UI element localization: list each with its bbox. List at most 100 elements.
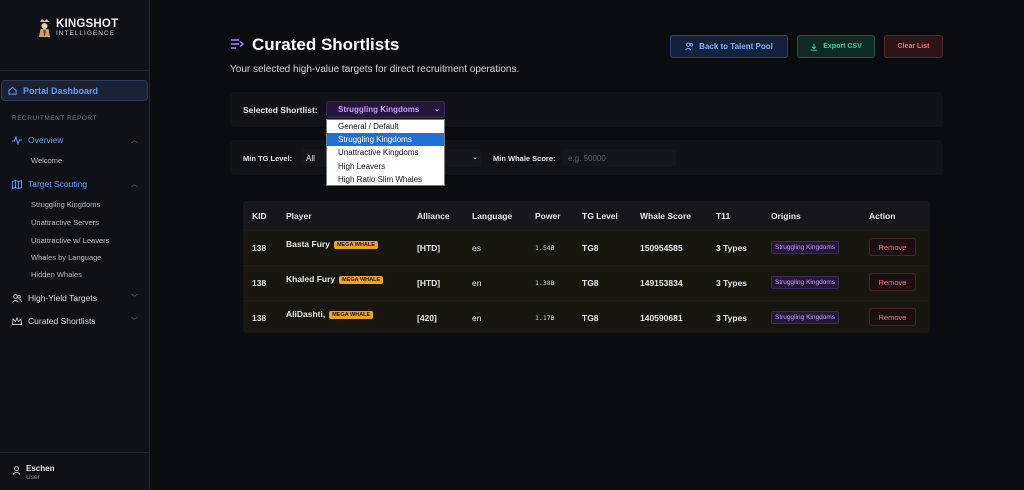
shortlist-dropdown-menu: General / Default Struggling Kingdoms Un… [326,119,445,186]
chevron-down-icon: ﹀ [131,318,138,325]
chevron-up-icon: ︿ [131,137,138,144]
sidebar-subitem-welcome[interactable]: Welcome [31,156,62,165]
chevron-down-icon: ⌄ [434,106,440,113]
cell-whale-score: 150954585 [640,243,683,253]
page-title: Curated Shortlists [252,35,400,54]
sidebar-item-label: Overview [28,135,64,145]
mega-whale-badge: MEGA WHALE [329,311,374,319]
sidebar-item-high-yield[interactable]: High-Yield Targets ﹀ [12,291,138,305]
sidebar-subitem-hidden-whales[interactable]: Hidden Whales [31,270,82,279]
column-header-power: Power [535,211,561,221]
cell-tg-level: TG8 [582,278,599,288]
sidebar-item-label: Target Scouting [28,179,88,189]
player-name: AliDashti, [286,309,326,319]
export-csv-button[interactable]: Export CSV [797,35,875,58]
min-tg-value: All [306,153,315,163]
sidebar: KINGSHOT INTELLIGENCE Portal Dashboard R… [0,0,150,490]
list-plus-icon [231,39,244,49]
cell-alliance: [HTD] [417,278,441,288]
sidebar-item-label: High-Yield Targets [28,293,97,303]
min-tg-label: Min TG Level: [243,154,293,163]
user-profile[interactable]: Eschen User [0,452,149,490]
table-row: 138 Khaled Fury MEGA WHALE [HTD] en 1.38B… [243,265,930,299]
remove-button[interactable]: Remove [869,273,916,291]
dropdown-option-general[interactable]: General / Default [327,120,444,133]
cell-language: en [472,313,482,323]
brand-logo[interactable]: KINGSHOT INTELLIGENCE [38,18,118,38]
sidebar-item-overview[interactable]: Overview ︿ [12,133,138,147]
player-name: Khaled Fury [286,274,336,284]
sidebar-item-curated-shortlists[interactable]: Curated Shortlists ﹀ [12,314,138,328]
dropdown-option-unattractive-kingdoms[interactable]: Unattractive Kingdoms [327,146,444,159]
origin-badge: Struggling Kingdoms [771,311,839,324]
table-header: KID Player Alliance Language Power TG Le… [243,201,930,230]
download-icon [811,43,818,51]
cell-kid: 138 [252,278,267,288]
min-whale-score-input[interactable] [563,149,676,167]
chevron-down-icon: ﹀ [131,295,138,302]
portal-dashboard-label: Portal Dashboard [23,85,99,96]
dropdown-option-high-ratio-slim-whales[interactable]: High Ratio Slim Whales [327,173,444,186]
section-label: RECRUITMENT REPORT [12,115,97,122]
cell-t11: 3 Types [716,278,748,288]
cell-player: AliDashti, MEGA WHALE [286,309,374,319]
dropdown-option-struggling-kingdoms[interactable]: Struggling Kingdoms [327,133,444,147]
portal-dashboard-link[interactable]: Portal Dashboard [1,80,148,101]
sidebar-item-target-scouting[interactable]: Target Scouting ︿ [12,177,138,191]
player-name: Basta Fury [286,239,330,249]
cell-power: 1.38B [535,279,555,287]
cell-t11: 3 Types [716,243,748,253]
cell-player: Khaled Fury MEGA WHALE [286,274,384,284]
column-header-whale-score: Whale Score [640,211,692,221]
column-header-tg-level: TG Level [582,211,618,221]
min-whale-label: Min Whale Score: [493,154,556,163]
home-icon [8,86,17,95]
cell-power: 1.54B [535,244,555,252]
column-header-language: Language [472,211,513,221]
column-header-action: Action [869,211,896,221]
cell-language: en [472,278,482,288]
sidebar-subitem-whales-by-language[interactable]: Whales by Language [31,253,101,262]
sidebar-subitem-unattractive-leavers[interactable]: Unattractive w/ Leavers [31,236,109,245]
cell-alliance: [420] [417,313,437,323]
column-header-origins: Origins [771,211,801,221]
user-role: User [26,474,40,481]
shortlist-selected-value: Struggling Kingdoms [338,105,420,114]
sidebar-subitem-unattractive-servers[interactable]: Unattractive Servers [31,218,99,227]
sidebar-divider [0,70,149,71]
origin-badge: Struggling Kingdoms [771,241,839,254]
cell-power: 1.17B [535,314,555,322]
brand-subtitle: INTELLIGENCE [56,30,115,37]
cell-language: es [472,243,481,253]
mega-whale-badge: MEGA WHALE [333,241,378,249]
cell-t11: 3 Types [716,313,748,323]
clear-button-label: Clear List [897,43,930,50]
users-icon [685,42,694,51]
column-header-t11: T11 [716,211,731,221]
chevron-down-icon: ⌄ [472,154,478,161]
back-to-talent-pool-button[interactable]: Back to Talent Pool [670,35,788,58]
page-subtitle: Your selected high-value targets for dir… [230,64,520,75]
remove-button[interactable]: Remove [869,308,916,326]
cell-kid: 138 [252,313,267,323]
cell-tg-level: TG8 [582,313,599,323]
sidebar-item-label: Curated Shortlists [28,316,96,326]
sidebar-subitem-struggling-kingdoms[interactable]: Struggling Kingdoms [31,200,100,209]
crown-icon [12,316,22,325]
clear-list-button[interactable]: Clear List [884,35,943,58]
dropdown-option-high-leavers[interactable]: High Leavers [327,160,444,173]
users-icon [12,293,22,303]
column-header-player: Player [286,211,312,221]
remove-button[interactable]: Remove [869,238,916,256]
shortlist-select[interactable]: Struggling Kingdoms ⌄ [326,101,445,118]
table-row: 138 Basta Fury MEGA WHALE [HTD] es 1.54B … [243,230,930,264]
activity-icon [12,135,22,145]
cell-tg-level: TG8 [582,243,599,253]
mega-whale-badge: MEGA WHALE [339,276,384,284]
column-header-alliance: Alliance [417,211,450,221]
brand-title: KINGSHOT [56,17,119,30]
table-row: 138 AliDashti, MEGA WHALE [420] en 1.17B … [243,300,930,333]
king-logo-icon [39,19,50,37]
user-icon [12,466,21,475]
user-name: Eschen [26,464,55,473]
